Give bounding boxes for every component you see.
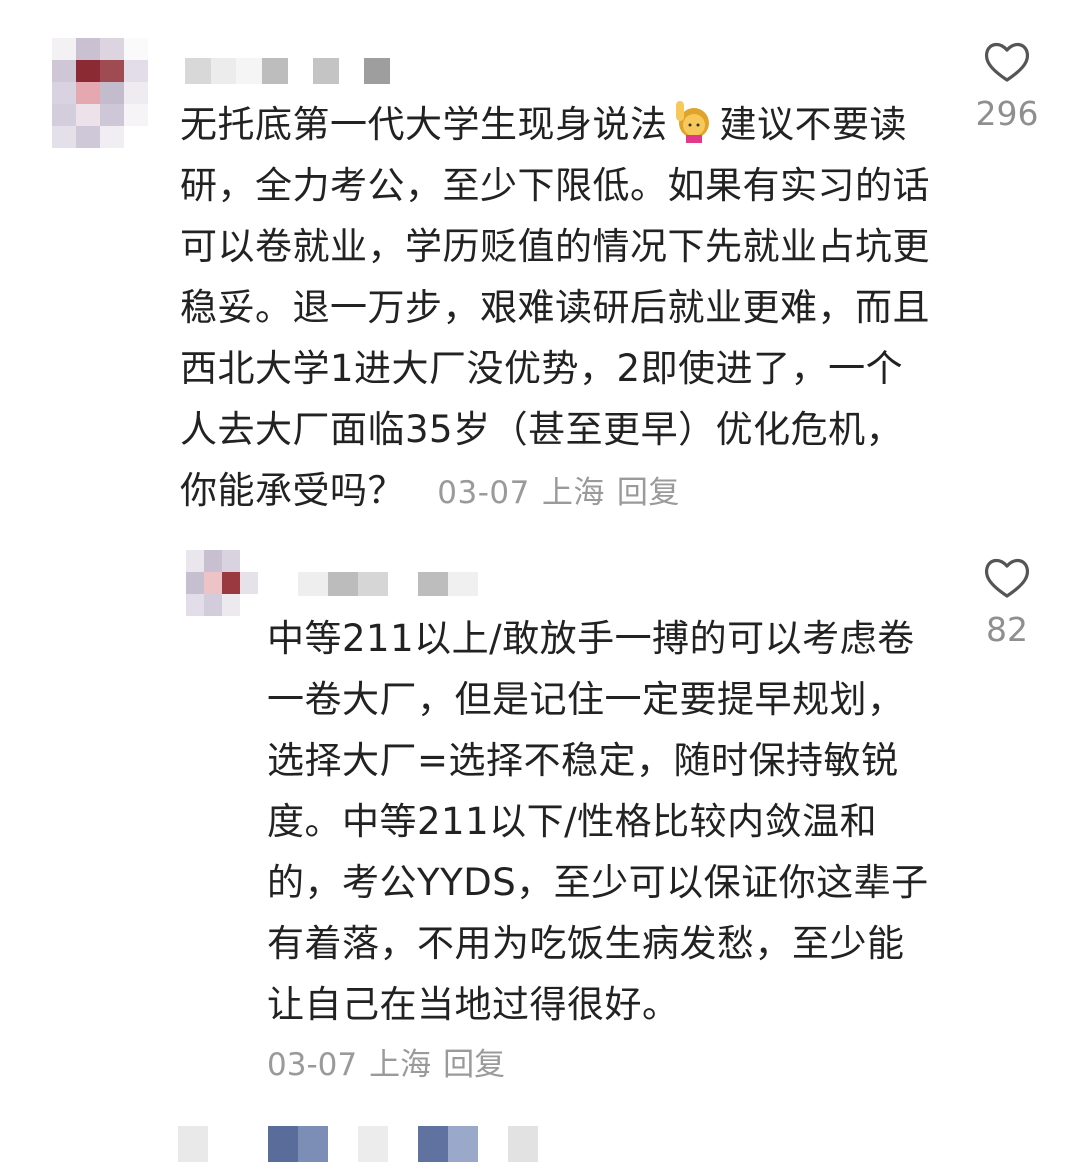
raising-hand-woman-emoji [672, 99, 716, 143]
avatar[interactable] [52, 38, 148, 148]
comment-date: 03-07 [267, 1047, 358, 1083]
comment-location: 上海 [369, 1047, 432, 1083]
like-button[interactable]: 296 [967, 40, 1047, 133]
reply-button[interactable]: 回复 [443, 1047, 505, 1083]
username[interactable] [178, 1126, 538, 1162]
like-count: 82 [986, 610, 1028, 649]
comment-body: 无托底第一代大学生现身说法 建议不要读研，全力考公，至少下限低。如果有实习的话可… [180, 94, 940, 524]
like-count: 296 [975, 94, 1039, 133]
avatar[interactable] [186, 550, 258, 616]
comment-meta: 03-07 上海 回复 [267, 1040, 517, 1090]
comment-text-part: 建议不要读研，全力考公，至少下限低。如果有实习的话可以卷就业，学历贬值的情况下先… [180, 103, 930, 512]
username[interactable] [185, 58, 390, 84]
heart-outline-icon [984, 42, 1030, 82]
username[interactable] [298, 572, 478, 596]
heart-outline-icon [984, 558, 1030, 598]
comment-location: 上海 [541, 475, 605, 511]
comment-body: 中等211以上/敢放手一搏的可以考虑卷一卷大厂，但是记住一定要提早规划，选择大厂… [267, 617, 929, 1026]
like-button[interactable]: 82 [967, 556, 1047, 649]
comment-meta: 03-07 上海 回复 [417, 475, 692, 511]
comment-date: 03-07 [437, 475, 530, 511]
reply-button[interactable]: 回复 [617, 475, 680, 511]
comment-text-part: 无托底第一代大学生现身说法 [180, 103, 668, 146]
